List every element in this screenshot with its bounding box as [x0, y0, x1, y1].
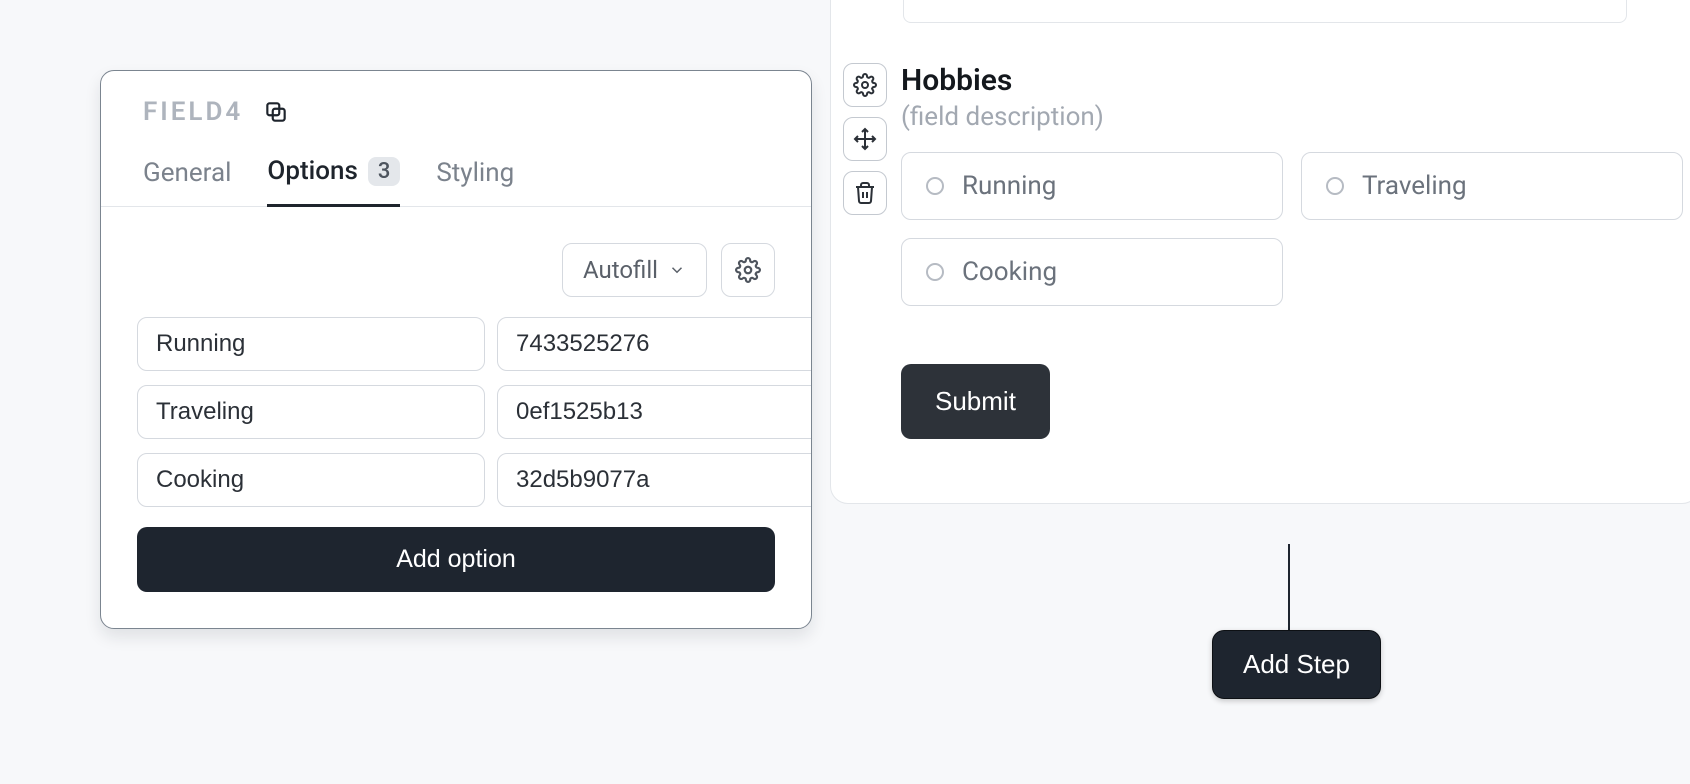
- radio-icon: [1326, 177, 1344, 195]
- preview-option-label: Running: [962, 171, 1056, 201]
- tab-general-label: General: [143, 158, 231, 188]
- field-name-row: FIELD4: [143, 97, 769, 127]
- option-value-input[interactable]: [497, 385, 812, 439]
- preview-option[interactable]: Running: [901, 152, 1283, 220]
- tab-options-label: Options: [267, 156, 357, 186]
- radio-icon: [926, 177, 944, 195]
- tab-styling[interactable]: Styling: [436, 156, 514, 207]
- option-row: [137, 453, 775, 507]
- option-label-input[interactable]: [137, 317, 485, 371]
- option-value-input[interactable]: [497, 317, 812, 371]
- field-description: (field description): [901, 102, 1690, 132]
- editor-tabs: General Options 3 Styling: [101, 155, 811, 207]
- option-row: [137, 317, 775, 371]
- add-step-button[interactable]: Add Step: [1212, 630, 1381, 699]
- add-option-button[interactable]: Add option: [137, 527, 775, 592]
- options-toolbar: Autofill: [137, 243, 775, 297]
- submit-button[interactable]: Submit: [901, 364, 1050, 439]
- gear-icon: [735, 257, 761, 283]
- tab-styling-label: Styling: [436, 158, 514, 188]
- option-value-input[interactable]: [497, 453, 812, 507]
- panel-body: Autofill: [101, 207, 811, 628]
- chevron-down-icon: [668, 261, 686, 279]
- form-preview-card: Hobbies (field description) Running Trav…: [830, 0, 1690, 504]
- previous-field-placeholder: [903, 0, 1627, 23]
- field-settings-button[interactable]: [843, 63, 887, 107]
- field-name-label: FIELD4: [143, 97, 243, 127]
- option-label-input[interactable]: [137, 453, 485, 507]
- copy-icon: [263, 99, 289, 125]
- panel-header: FIELD4: [101, 71, 811, 127]
- preview-option-label: Cooking: [962, 257, 1057, 287]
- trash-icon: [853, 181, 877, 205]
- preview-option[interactable]: Cooking: [901, 238, 1283, 306]
- tab-general[interactable]: General: [143, 156, 231, 207]
- field-main: Hobbies (field description) Running Trav…: [901, 63, 1690, 439]
- copy-field-id-button[interactable]: [261, 97, 291, 127]
- move-icon: [853, 127, 877, 151]
- step-connector-line: [1288, 544, 1290, 640]
- preview-option-label: Traveling: [1362, 171, 1467, 201]
- radio-icon: [926, 263, 944, 281]
- field-block: Hobbies (field description) Running Trav…: [831, 63, 1690, 439]
- options-settings-button[interactable]: [721, 243, 775, 297]
- autofill-label: Autofill: [583, 256, 658, 284]
- field-side-actions: [843, 63, 887, 215]
- gear-icon: [853, 73, 877, 97]
- preview-options-grid: Running Traveling Cooking: [901, 152, 1690, 306]
- field-title: Hobbies: [901, 63, 1690, 98]
- field-editor-panel: FIELD4 General Options 3 Styling Autofil…: [100, 70, 812, 629]
- field-move-button[interactable]: [843, 117, 887, 161]
- preview-option[interactable]: Traveling: [1301, 152, 1683, 220]
- field-delete-button[interactable]: [843, 171, 887, 215]
- tab-options-count: 3: [368, 157, 401, 186]
- tab-options[interactable]: Options 3: [267, 156, 400, 207]
- option-rows: [137, 317, 775, 507]
- autofill-button[interactable]: Autofill: [562, 243, 707, 297]
- option-label-input[interactable]: [137, 385, 485, 439]
- option-row: [137, 385, 775, 439]
